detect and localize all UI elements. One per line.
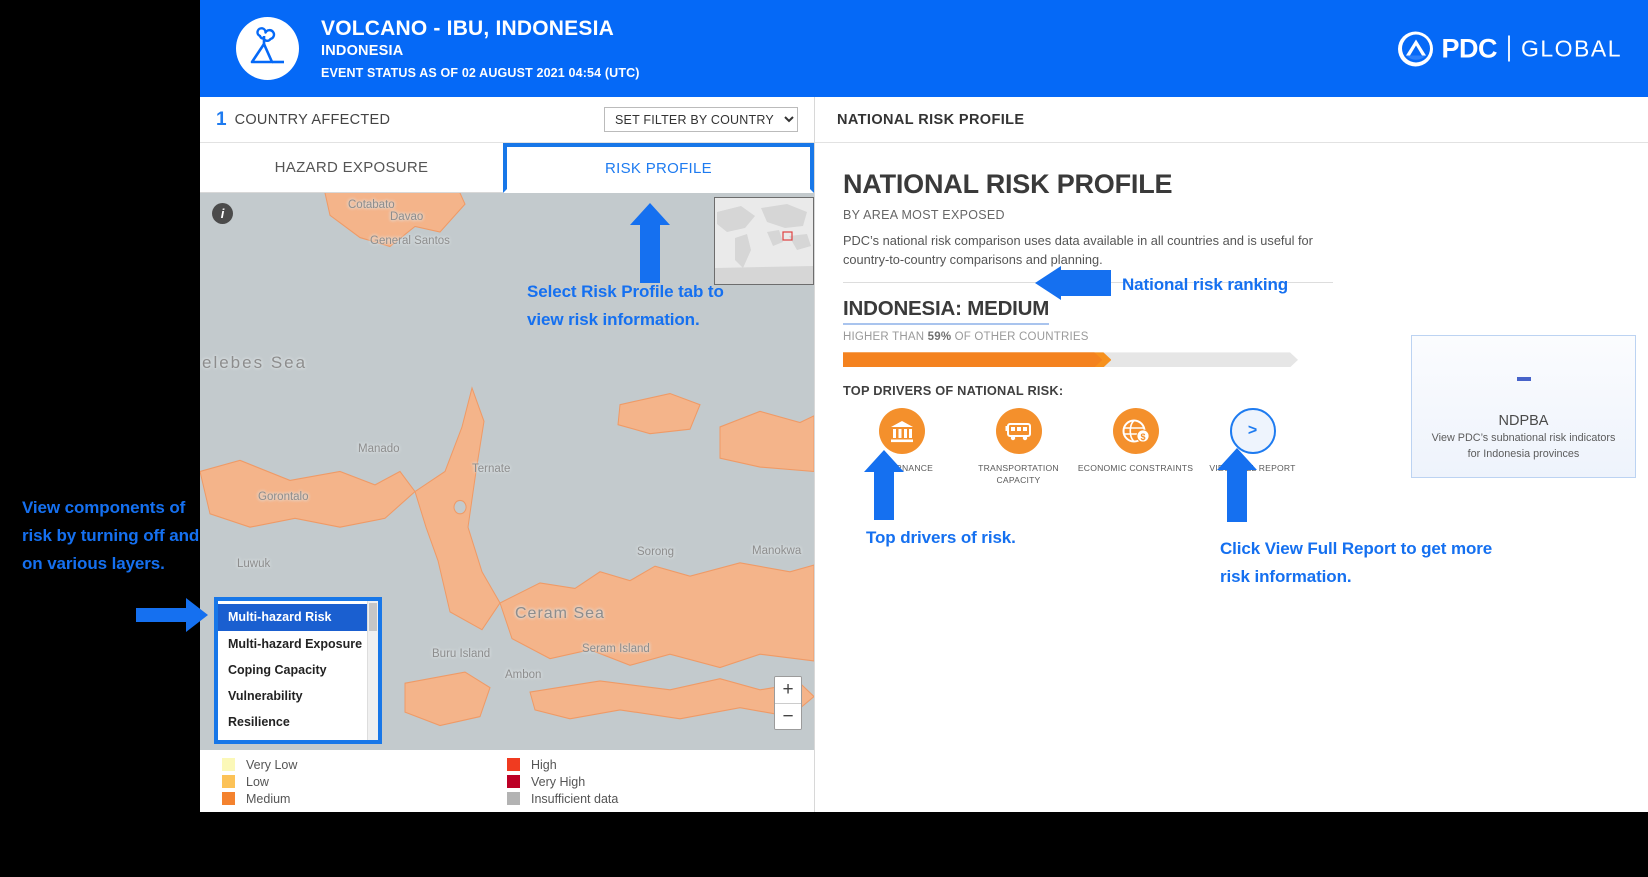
svg-text:$: $ xyxy=(1140,432,1145,442)
app-panel: VOLCANO - IBU, INDONESIA INDONESIA EVENT… xyxy=(200,0,1648,812)
app-header: VOLCANO - IBU, INDONESIA INDONESIA EVENT… xyxy=(200,0,1648,97)
risk-sub-value: 59% xyxy=(927,331,952,344)
legend-swatch-insufficient-data xyxy=(507,792,520,805)
zoom-out-button[interactable]: − xyxy=(775,703,801,729)
ndpba-description: View PDC’s subnational risk indicators f… xyxy=(1431,432,1616,460)
annotation-view-components: View components of risk by turning off a… xyxy=(22,498,200,574)
legend-label: Medium xyxy=(246,791,291,806)
zoom-in-button[interactable]: + xyxy=(775,677,801,703)
legend-label: Low xyxy=(246,774,269,789)
annotation-arrow-top-drivers xyxy=(864,450,904,520)
annotation-arrow-layers xyxy=(136,598,208,632)
legend-swatch-low xyxy=(222,775,235,788)
risk-progress-bar xyxy=(843,352,1298,367)
legend-item: Low xyxy=(222,773,507,790)
driver-label: TRANSPORTATION CAPACITY xyxy=(978,463,1059,485)
legend-item: Very Low xyxy=(222,756,507,773)
country-affected-label: COUNTRY AFFECTED xyxy=(234,111,391,128)
tab-risk-profile[interactable]: RISK PROFILE xyxy=(503,143,814,193)
logo-divider xyxy=(1507,35,1510,62)
legend-column-right: High Very High Insufficient data xyxy=(507,756,792,812)
legend-item: Insufficient data xyxy=(507,790,792,807)
layer-item-coping-capacity[interactable]: Coping Capacity xyxy=(218,657,378,683)
annotation-top-drivers: Top drivers of risk. xyxy=(866,528,1016,547)
minimap-overview[interactable] xyxy=(714,197,814,285)
annotation-select-risk-profile: Select Risk Profile tab to view risk inf… xyxy=(527,282,724,330)
layer-list-scrollbar[interactable] xyxy=(367,601,378,740)
tab-hazard-exposure-label: HAZARD EXPOSURE xyxy=(274,159,429,176)
risk-map[interactable]: Cotabato Davao General Santos elebes Sea… xyxy=(200,193,814,750)
legend-item: High xyxy=(507,756,792,773)
risk-sub-prefix: HIGHER THAN xyxy=(843,331,928,344)
nrp-subheading: BY AREA MOST EXPOSED xyxy=(843,208,1005,222)
risk-ranking-title: INDONESIA: MEDIUM xyxy=(843,297,1049,326)
tab-hazard-exposure[interactable]: HAZARD EXPOSURE xyxy=(200,143,503,193)
nrp-description: PDC’s national risk comparison uses data… xyxy=(843,233,1313,268)
layer-selector[interactable]: Multi-hazard Risk Multi-hazard Exposure … xyxy=(214,597,382,744)
annotation-arrow-risk-profile xyxy=(630,203,670,283)
scrollbar-thumb[interactable] xyxy=(369,603,377,632)
nrp-heading: NATIONAL RISK PROFILE xyxy=(843,169,1173,199)
header-subtitle: INDONESIA xyxy=(321,43,404,60)
country-filter-select[interactable]: SET FILTER BY COUNTRY xyxy=(604,107,798,132)
layer-item-multi-hazard-exposure[interactable]: Multi-hazard Exposure xyxy=(218,631,378,657)
driver-transportation-capacity[interactable]: TRANSPORTATION CAPACITY xyxy=(960,408,1077,485)
risk-sub-suffix: OF OTHER COUNTRIES xyxy=(951,331,1089,344)
map-legend: Very Low Low Medium High Very High Insuf… xyxy=(200,750,814,812)
page-title: VOLCANO - IBU, INDONESIA xyxy=(321,16,614,40)
country-count: 1 xyxy=(216,108,227,130)
layer-item-multi-hazard-risk[interactable]: Multi-hazard Risk xyxy=(218,604,378,631)
legend-swatch-very-low xyxy=(222,758,235,771)
country-affected-bar: 1 COUNTRY AFFECTED SET FILTER BY COUNTRY xyxy=(200,97,814,143)
ndpba-flower-logo xyxy=(1515,364,1532,394)
annotation-national-risk-ranking: National risk ranking xyxy=(1122,275,1289,294)
volcano-icon xyxy=(236,17,299,80)
driver-label: ECONOMIC CONSTRAINTS xyxy=(1077,463,1194,474)
pdc-triangle-icon xyxy=(1398,31,1434,66)
legend-label: Insufficient data xyxy=(531,791,619,806)
annotation-arrow-view-full-report xyxy=(1217,448,1257,522)
global-wordmark: GLOBAL xyxy=(1520,35,1622,61)
legend-item: Very High xyxy=(507,773,792,790)
tab-bar: HAZARD EXPOSURE RISK PROFILE xyxy=(200,143,814,193)
annotation-view-full-report: Click View Full Report to get more risk … xyxy=(1220,539,1493,587)
map-zoom-controls[interactable]: + − xyxy=(774,676,802,730)
layer-item-vulnerability[interactable]: Vulnerability xyxy=(218,683,378,709)
legend-label: Very Low xyxy=(246,757,298,772)
event-status: EVENT STATUS AS OF 02 AUGUST 2021 04:54 … xyxy=(321,66,640,81)
bus-icon xyxy=(995,408,1042,455)
map-info-glyph: i xyxy=(220,206,225,221)
driver-economic-constraints[interactable]: $ ECONOMIC CONSTRAINTS xyxy=(1077,408,1194,485)
app-body: 1 COUNTRY AFFECTED SET FILTER BY COUNTRY… xyxy=(200,97,1648,812)
map-info-icon[interactable]: i xyxy=(212,203,233,224)
legend-swatch-very-high xyxy=(507,775,520,788)
annotation-arrow-national-risk-ranking xyxy=(1035,266,1111,300)
national-risk-profile-bar: NATIONAL RISK PROFILE xyxy=(815,97,1648,143)
risk-ranking-row: INDONESIA: MEDIUM xyxy=(843,297,1620,326)
legend-swatch-medium xyxy=(222,792,235,805)
globe-dollar-icon: $ xyxy=(1112,408,1159,455)
risk-bar-fill xyxy=(843,352,1102,367)
screenshot-root: VOLCANO - IBU, INDONESIA INDONESIA EVENT… xyxy=(0,0,1648,877)
legend-swatch-high xyxy=(507,758,520,771)
header-text-block: VOLCANO - IBU, INDONESIA INDONESIA EVENT… xyxy=(321,17,640,80)
legend-label: Very High xyxy=(531,774,586,789)
ndpba-name: NDPBA xyxy=(1498,413,1549,429)
layer-item-resilience[interactable]: Resilience xyxy=(218,709,378,735)
ndpba-card[interactable]: NDPBA View PDC’s subnational risk indica… xyxy=(1411,335,1636,478)
legend-label: High xyxy=(531,757,557,772)
left-column: 1 COUNTRY AFFECTED SET FILTER BY COUNTRY… xyxy=(200,97,815,812)
bank-icon xyxy=(878,408,925,455)
legend-column-left: Very Low Low Medium xyxy=(222,756,507,812)
layer-list[interactable]: Multi-hazard Risk Multi-hazard Exposure … xyxy=(218,601,378,740)
legend-item: Medium xyxy=(222,790,507,807)
minimap-world-icon xyxy=(715,198,813,284)
pdc-global-logo: PDC GLOBAL xyxy=(1398,31,1622,66)
tab-risk-profile-label: RISK PROFILE xyxy=(605,159,712,177)
pdc-wordmark: PDC xyxy=(1441,33,1497,63)
